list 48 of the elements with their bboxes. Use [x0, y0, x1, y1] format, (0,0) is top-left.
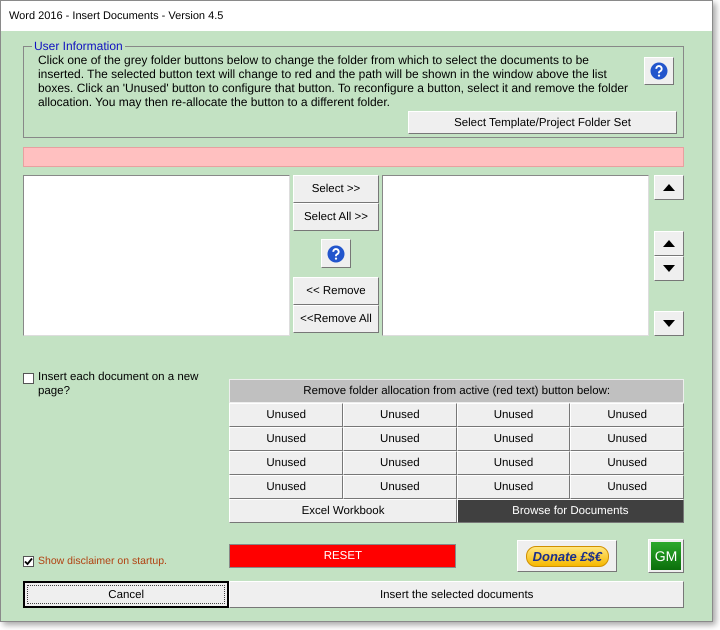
- folder-button[interactable]: Unused: [456, 403, 570, 427]
- folder-button[interactable]: Unused: [343, 403, 457, 427]
- template-folder-button[interactable]: Select Template/Project Folder Set: [408, 111, 677, 134]
- help-button[interactable]: [644, 57, 674, 85]
- move-top-button[interactable]: [654, 175, 684, 200]
- checkbox-label: Insert each document on a new page?: [38, 370, 200, 398]
- help-icon: [326, 244, 345, 262]
- transfer-button[interactable]: << Remove: [292, 277, 379, 305]
- donate-button[interactable]: Donate £$€: [517, 540, 618, 572]
- help-button[interactable]: [320, 239, 351, 268]
- folder-button[interactable]: Unused: [229, 427, 344, 451]
- transfer-button[interactable]: Select >>: [292, 175, 379, 203]
- folder-button[interactable]: Unused: [570, 451, 684, 475]
- folder-button[interactable]: Unused: [570, 475, 684, 499]
- cancel-button[interactable]: Cancel: [23, 581, 230, 608]
- folder-button[interactable]: Unused: [229, 451, 344, 475]
- folder-button[interactable]: Unused: [343, 451, 457, 475]
- instructions-text: Click one of the grey folder buttons below to change the folder from which to select the documents to be inserted. The selected button text will change to red and the path will be shown in the window above the list boxes. Click an 'Unused' button to configure that button. To reconfigure a button, select it and remove the folder allocation. You may then re-allocate the button to a different folder.: [38, 53, 630, 109]
- move-bottom-button[interactable]: [654, 311, 684, 336]
- window-title: Word 2016 - Insert Documents - Version 4.5: [9, 10, 224, 22]
- down-arrow-icon: [662, 264, 675, 272]
- transfer-button[interactable]: Select All >>: [292, 203, 379, 231]
- browse-button[interactable]: Browse for Documents: [456, 499, 684, 523]
- folder-button[interactable]: Unused: [229, 403, 344, 427]
- grid-header: Remove folder allocation from active (red text) button below:: [229, 379, 684, 403]
- gm-button[interactable]: GM: [648, 539, 684, 573]
- workbook-button[interactable]: Excel Workbook: [229, 499, 457, 523]
- transfer-button[interactable]: <<Remove All: [292, 305, 379, 333]
- checkbox[interactable]: [23, 556, 34, 566]
- move-up-button[interactable]: [654, 230, 684, 256]
- move-down-button[interactable]: [654, 256, 684, 280]
- checkbox[interactable]: [23, 373, 34, 384]
- up-arrow-icon: [662, 184, 675, 191]
- folder-button[interactable]: Unused: [456, 475, 570, 499]
- folder-button[interactable]: Unused: [570, 427, 684, 451]
- folder-button[interactable]: Unused: [456, 427, 570, 451]
- folder-button[interactable]: Unused: [570, 403, 684, 427]
- folder-button[interactable]: Unused: [343, 475, 457, 499]
- folder-button[interactable]: Unused: [456, 451, 570, 475]
- reset-button[interactable]: RESET: [229, 544, 456, 568]
- folder-button[interactable]: Unused: [343, 427, 457, 451]
- group-legend: User Information: [32, 39, 125, 53]
- folder-button[interactable]: Unused: [229, 475, 344, 499]
- up-arrow-icon: [662, 240, 675, 246]
- insert-button[interactable]: Insert the selected documents: [229, 581, 684, 608]
- down-arrow-icon: [662, 320, 675, 327]
- help-icon: [650, 62, 668, 80]
- checkbox-label: Show disclaimer on startup.: [38, 555, 167, 567]
